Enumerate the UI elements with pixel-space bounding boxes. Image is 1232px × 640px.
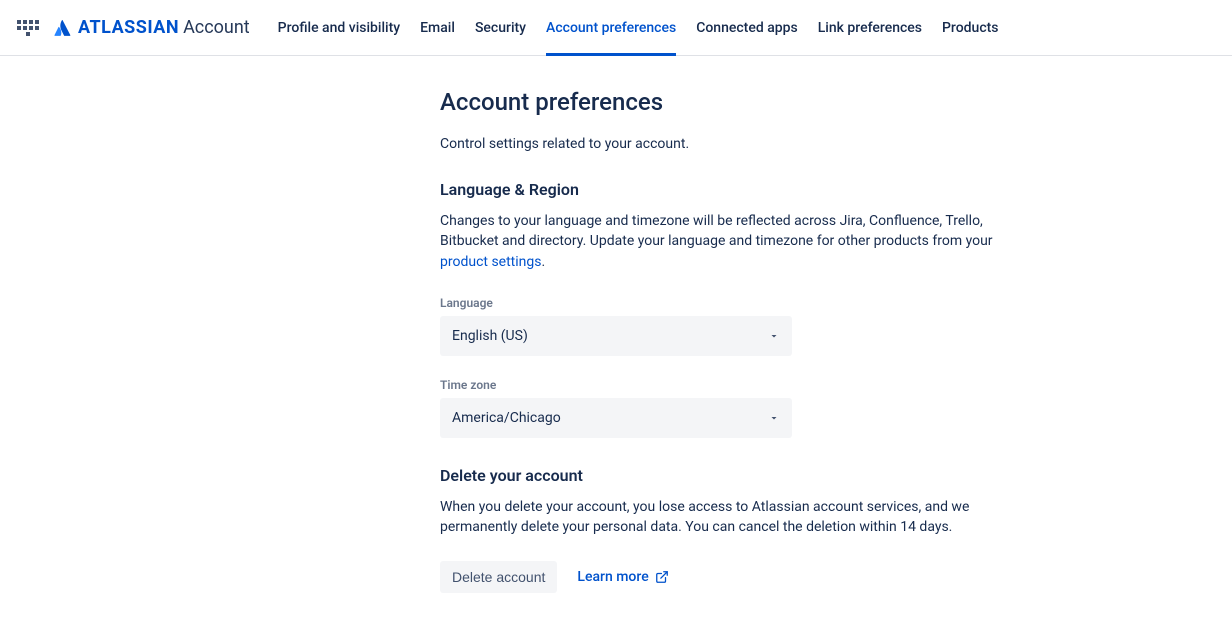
delete-account-section: Delete your account When you delete your… bbox=[440, 466, 1072, 594]
language-select[interactable]: English (US) bbox=[440, 316, 792, 356]
main-nav: Profile and visibility Email Security Ac… bbox=[278, 0, 999, 55]
product-settings-link[interactable]: product settings bbox=[440, 254, 541, 270]
nav-item-label: Email bbox=[420, 20, 455, 36]
brand-name: ATLASSIAN bbox=[78, 17, 179, 38]
delete-account-button[interactable]: Delete account bbox=[440, 561, 557, 593]
topbar: ATLASSIAN Account Profile and visibility… bbox=[0, 0, 1232, 56]
language-region-title: Language & Region bbox=[440, 180, 1072, 199]
language-region-description: Changes to your language and timezone wi… bbox=[440, 211, 1020, 272]
nav-profile-visibility[interactable]: Profile and visibility bbox=[278, 0, 400, 55]
atlassian-logo-icon bbox=[52, 18, 72, 38]
page-description: Control settings related to your account… bbox=[440, 136, 1072, 152]
section-desc-text: . bbox=[541, 254, 545, 270]
nav-products[interactable]: Products bbox=[942, 0, 999, 55]
button-label: Delete account bbox=[452, 569, 545, 585]
nav-item-label: Security bbox=[475, 20, 526, 36]
delete-actions: Delete account Learn more bbox=[440, 561, 1072, 593]
language-label: Language bbox=[440, 296, 1072, 310]
chevron-down-icon bbox=[766, 410, 782, 426]
delete-account-title: Delete your account bbox=[440, 466, 1072, 485]
link-text: product settings bbox=[440, 254, 541, 270]
app-switcher-icon[interactable] bbox=[16, 16, 40, 40]
external-link-icon bbox=[655, 570, 669, 584]
brand[interactable]: ATLASSIAN Account bbox=[52, 17, 250, 38]
brand-suffix: Account bbox=[183, 17, 250, 38]
timezone-select[interactable]: America/Chicago bbox=[440, 398, 792, 438]
nav-account-preferences[interactable]: Account preferences bbox=[546, 0, 676, 55]
link-text: Learn more bbox=[577, 569, 648, 585]
nav-email[interactable]: Email bbox=[420, 0, 455, 55]
learn-more-link[interactable]: Learn more bbox=[577, 569, 668, 585]
nav-item-label: Products bbox=[942, 20, 999, 36]
nav-connected-apps[interactable]: Connected apps bbox=[696, 0, 798, 55]
timezone-label: Time zone bbox=[440, 378, 1072, 392]
nav-item-label: Profile and visibility bbox=[278, 20, 400, 36]
nav-link-preferences[interactable]: Link preferences bbox=[818, 0, 922, 55]
language-value: English (US) bbox=[452, 328, 528, 344]
delete-account-description: When you delete your account, you lose a… bbox=[440, 497, 1020, 538]
nav-item-label: Link preferences bbox=[818, 20, 922, 36]
chevron-down-icon bbox=[766, 328, 782, 344]
page-title: Account preferences bbox=[440, 88, 1072, 116]
main-content: Account preferences Control settings rel… bbox=[0, 56, 1072, 593]
section-desc-text: Changes to your language and timezone wi… bbox=[440, 213, 993, 249]
nav-item-label: Account preferences bbox=[546, 20, 676, 36]
nav-security[interactable]: Security bbox=[475, 0, 526, 55]
nav-item-label: Connected apps bbox=[696, 20, 798, 36]
timezone-value: America/Chicago bbox=[452, 410, 561, 426]
